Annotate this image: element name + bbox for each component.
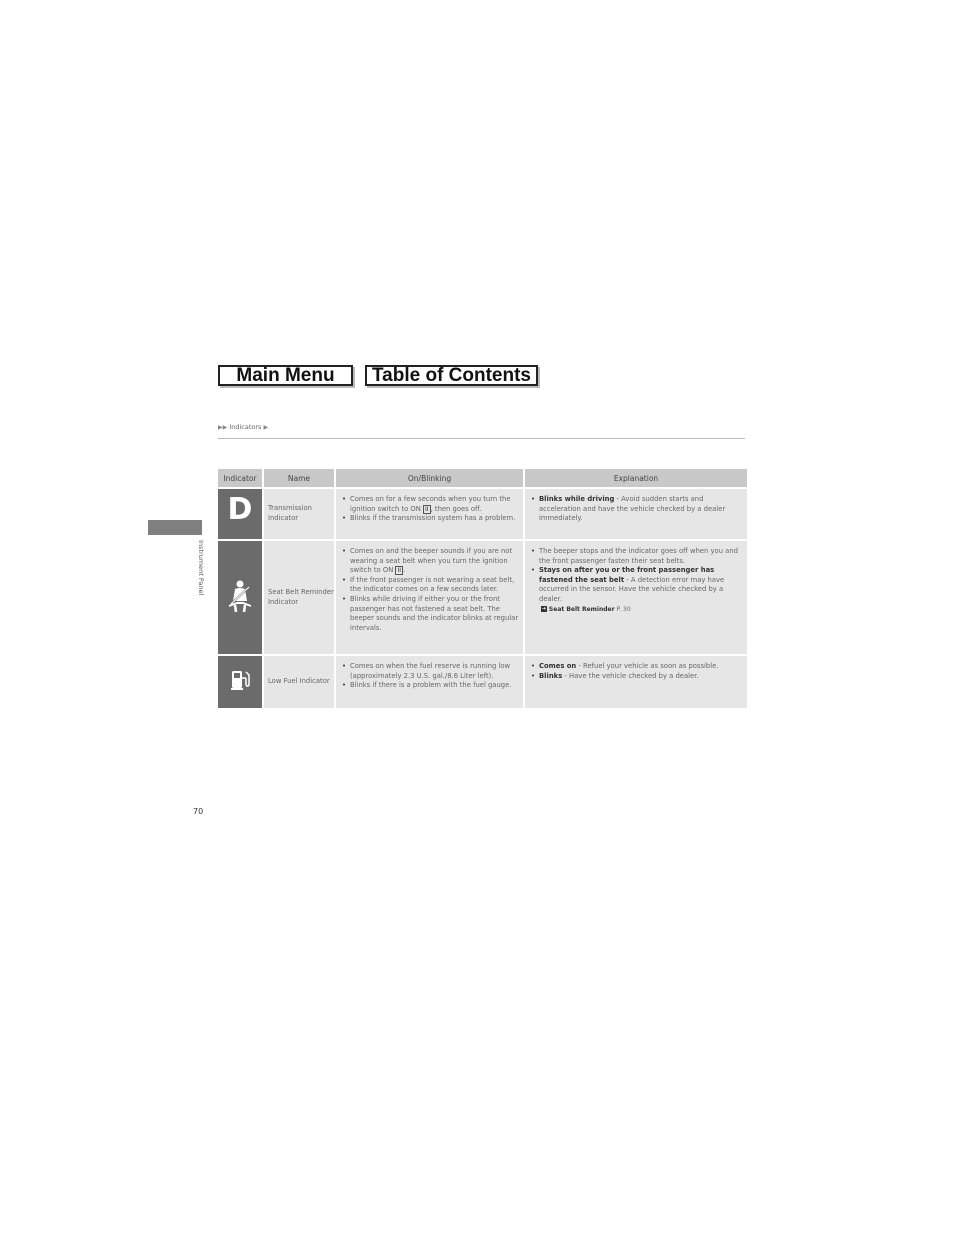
list-item: Comes on for a few seconds when you turn… (342, 495, 519, 514)
list-item: If the front passenger is not wearing a … (342, 576, 519, 595)
indicator-cell (218, 541, 262, 654)
list-item: Blinks if there is a problem with the fu… (342, 681, 519, 691)
table-of-contents-button[interactable]: Table of Contents (365, 365, 538, 386)
list-item: Blinks - Have the vehicle checked by a d… (531, 672, 743, 682)
header-on-blinking: On/Blinking (336, 469, 523, 487)
indicator-cell: D (218, 489, 262, 539)
table-row: Low Fuel Indicator Comes on when the fue… (218, 656, 747, 708)
cross-reference-link[interactable]: ➜ Seat Belt Reminder P. 30 (531, 605, 743, 615)
transmission-d-icon: D (227, 492, 253, 528)
reference-arrow-icon: ➜ (541, 606, 547, 613)
name-cell: Seat Belt Reminder Indicator (264, 541, 334, 654)
explanation-cell: Comes on - Refuel your vehicle as soon a… (525, 656, 747, 708)
explanation-cell: The beeper stops and the indicator goes … (525, 541, 747, 654)
side-tab-marker (148, 520, 202, 535)
ignition-key-ii-icon: II (423, 504, 431, 514)
list-item: Stays on after you or the front passenge… (531, 566, 743, 604)
header-explanation: Explanation (525, 469, 747, 487)
name-cell: Transmission Indicator (264, 489, 334, 539)
ignition-key-ii-icon: II (395, 566, 403, 576)
table-row: Seat Belt Reminder Indicator Comes on an… (218, 541, 747, 654)
header-divider (218, 438, 745, 439)
list-item: Blinks while driving - Avoid sudden star… (531, 495, 743, 524)
seat-belt-icon (228, 580, 252, 612)
list-item: Comes on when the fuel reserve is runnin… (342, 662, 519, 681)
side-tab-label: Instrument Panel (197, 540, 205, 596)
list-item: Comes on - Refuel your vehicle as soon a… (531, 662, 743, 672)
name-cell: Low Fuel Indicator (264, 656, 334, 708)
indicator-cell (218, 656, 262, 708)
header-name: Name (264, 469, 334, 487)
breadcrumb-arrow-icon: ▶ (263, 424, 269, 431)
list-item: Blinks if the transmission system has a … (342, 514, 519, 524)
on-blinking-cell: Comes on for a few seconds when you turn… (336, 489, 523, 539)
indicator-table: Indicator Name On/Blinking Explanation D… (216, 467, 749, 710)
explanation-cell: Blinks while driving - Avoid sudden star… (525, 489, 747, 539)
list-item: Comes on and the beeper sounds if you ar… (342, 547, 519, 576)
breadcrumb-section[interactable]: Indicators (229, 423, 261, 431)
on-blinking-cell: Comes on when the fuel reserve is runnin… (336, 656, 523, 708)
main-menu-button[interactable]: Main Menu (218, 365, 353, 386)
table-row: D Transmission Indicator Comes on for a … (218, 489, 747, 539)
list-item: The beeper stops and the indicator goes … (531, 547, 743, 566)
on-blinking-cell: Comes on and the beeper sounds if you ar… (336, 541, 523, 654)
breadcrumb-arrow-icon: ▶▶ (218, 424, 228, 431)
breadcrumb: ▶▶ Indicators ▶ (218, 423, 268, 431)
page-number: 70 (193, 807, 204, 816)
list-item: Blinks while driving if either you or th… (342, 595, 519, 633)
fuel-pump-icon (231, 671, 250, 691)
table-header-row: Indicator Name On/Blinking Explanation (218, 469, 747, 487)
header-indicator: Indicator (218, 469, 262, 487)
